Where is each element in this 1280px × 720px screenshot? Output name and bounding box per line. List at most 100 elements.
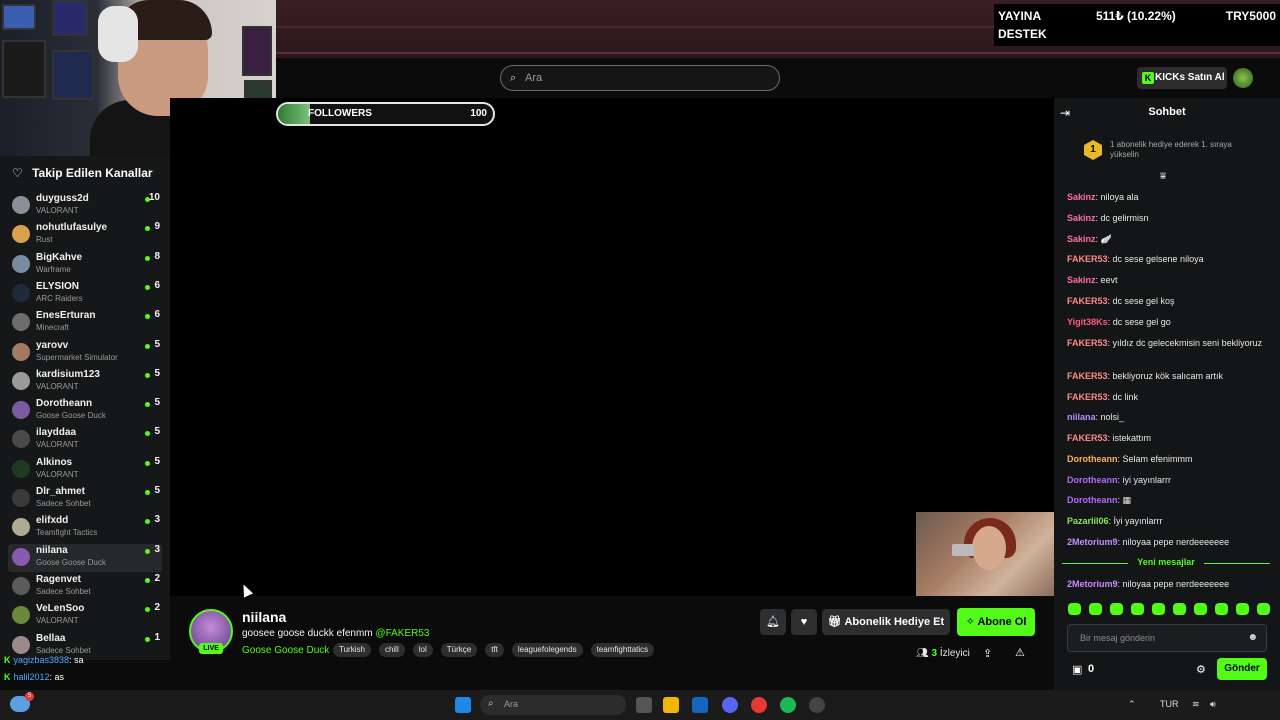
discord-icon[interactable]	[722, 697, 738, 713]
tray-chevron-icon[interactable]: ⌃	[1128, 699, 1136, 710]
chat-username[interactable]: Dorotheann	[1067, 454, 1118, 464]
emote[interactable]	[1215, 603, 1228, 615]
emoji-icon[interactable]: ☻	[1247, 632, 1258, 643]
channel-viewers: 3	[154, 543, 160, 555]
sidebar-channel[interactable]: niilana Goose Goose Duck 3	[8, 543, 162, 572]
channel-avatar	[12, 371, 30, 390]
chat-message: FAKER53: dc sese gelsene niloya	[1067, 253, 1263, 266]
chat-username[interactable]: Dorotheann	[1067, 495, 1118, 505]
sidebar-channel[interactable]: EnesErturan Minecraft 6	[8, 309, 162, 337]
buy-kicks-button[interactable]: K KICKs Satın Al	[1137, 67, 1227, 89]
sidebar-channel[interactable]: duyguss2d VALORANT 10	[8, 192, 162, 220]
sidebar-channel[interactable]: Dorotheann Goose Goose Duck 5	[8, 397, 162, 425]
wifi-icon[interactable]: ≋	[1192, 699, 1200, 710]
stream-tag[interactable]: tft	[485, 643, 504, 657]
search-input[interactable]: Ara	[525, 72, 542, 84]
weather-icon[interactable]: 5	[10, 692, 34, 712]
chat-input[interactable]: Bir mesaj gönderin ☻	[1067, 624, 1267, 652]
channel-viewers: 6	[154, 309, 160, 321]
chat-username[interactable]: FAKER53	[1067, 371, 1108, 381]
chat-message: 2Metorium9: niloyaa pepe nerdeeeeeee	[1067, 536, 1263, 549]
sidebar-channel[interactable]: VeLenSoo VALORANT 2	[8, 602, 162, 630]
spotify-icon[interactable]	[780, 697, 796, 713]
chat-username[interactable]: Sakinz	[1067, 192, 1096, 202]
chat-username[interactable]: niilana	[1067, 412, 1096, 422]
chat-text: : dc link	[1107, 392, 1139, 402]
sidebar-channel[interactable]: nohutlufasulye Rust 9	[8, 221, 162, 249]
volume-icon[interactable]: 🔊︎	[1210, 699, 1216, 710]
chat-username[interactable]: 2Metorium9	[1067, 537, 1118, 547]
stream-tag[interactable]: teamfighttatics	[590, 643, 655, 657]
sidebar-channel[interactable]: Alkinos VALORANT 5	[8, 456, 162, 484]
emote[interactable]	[1173, 603, 1186, 615]
sidebar-channel[interactable]: yarovv Supermarket Simulator 5	[8, 339, 162, 367]
task-view-icon[interactable]	[636, 697, 652, 713]
chat-username[interactable]: Sakinz	[1067, 275, 1096, 285]
emote-quickbar	[1068, 603, 1270, 615]
chat-message: FAKER53: istekattım	[1067, 432, 1263, 445]
poster	[52, 50, 94, 100]
chat-username[interactable]: Dorotheann	[1067, 475, 1118, 485]
sidebar-channel[interactable]: Dlr_ahmet Sadece Sohbet 5	[8, 485, 162, 513]
stream-tag[interactable]: leaguefolegends	[511, 643, 583, 657]
settings-icon[interactable]: ⚙	[1196, 663, 1206, 676]
stream-tag[interactable]: chill	[378, 643, 405, 657]
chrome-icon[interactable]	[751, 697, 767, 713]
obs-icon[interactable]	[809, 697, 825, 713]
chat-username[interactable]: FAKER53	[1067, 338, 1108, 348]
followers-value: 100	[470, 108, 487, 119]
windows-start-icon[interactable]	[455, 697, 471, 713]
channel-name: niilana	[36, 544, 68, 556]
emote[interactable]	[1257, 603, 1270, 615]
store-icon[interactable]	[692, 697, 708, 713]
search-bar[interactable]: ⌕ Ara	[500, 65, 780, 91]
taskbar-search[interactable]: ⌕ Ara	[480, 695, 626, 715]
sidebar-channel[interactable]: BigKahve Warframe 8	[8, 251, 162, 279]
live-dot	[145, 431, 150, 437]
chat-username[interactable]: FAKER53	[1067, 392, 1108, 402]
emote[interactable]	[1089, 603, 1102, 615]
emote[interactable]	[1152, 603, 1165, 615]
chat-username[interactable]: Pazarlil06	[1067, 516, 1109, 526]
chat-username[interactable]: FAKER53	[1067, 254, 1108, 264]
follow-button[interactable]: ♥	[791, 609, 817, 635]
sidebar-channel[interactable]: Ragenvet Sadece Sohbet 2	[8, 573, 162, 601]
kicks-wallet-icon[interactable]: ▣	[1072, 663, 1082, 676]
stream-category[interactable]: Goose Goose Duck	[242, 645, 329, 656]
chat-username[interactable]: FAKER53	[1067, 433, 1108, 443]
file-explorer-icon[interactable]	[663, 697, 679, 713]
streamer-name[interactable]: niilana	[242, 609, 286, 625]
user-avatar[interactable]	[1233, 68, 1253, 88]
chat-text: : iyi yayınlarrr	[1117, 475, 1172, 485]
subscribe-button[interactable]: ✧ Abone Ol	[957, 608, 1035, 636]
emote[interactable]	[1068, 603, 1081, 615]
send-button[interactable]: Gönder	[1217, 658, 1267, 680]
chat-username[interactable]: Yigit38Ks	[1067, 317, 1108, 327]
emote[interactable]	[1236, 603, 1249, 615]
pinned-filter-icon[interactable]: ⩸	[1160, 171, 1166, 182]
channel-category: Warframe	[36, 264, 71, 274]
stream-tag[interactable]: lol	[412, 643, 433, 657]
chat-username[interactable]: 2Metorium9	[1067, 579, 1118, 589]
chat-username[interactable]: Sakinz	[1067, 213, 1096, 223]
sidebar-channel[interactable]: ilayddaa VALORANT 5	[8, 426, 162, 454]
stream-title-mention[interactable]: @FAKER53	[375, 628, 429, 639]
stream-tag[interactable]: Turkish	[333, 643, 371, 657]
sidebar-channel[interactable]: kardisium123 VALORANT 5	[8, 368, 162, 396]
share-icon[interactable]: ⇪	[983, 647, 992, 660]
notification-bell-button[interactable]: 🔔︎	[760, 609, 786, 635]
tray-language[interactable]: TUR	[1160, 699, 1179, 709]
chat-username[interactable]: Sakinz	[1067, 234, 1096, 244]
emote[interactable]	[1131, 603, 1144, 615]
emote[interactable]	[1194, 603, 1207, 615]
gift-subscription-button[interactable]: 🎁︎ Abonelik Hediye Et	[822, 609, 950, 635]
sidebar-channel[interactable]: ELYSION ARC Raiders 6	[8, 280, 162, 308]
report-icon[interactable]: ⚠	[1015, 646, 1025, 659]
stream-tag[interactable]: Türkçe	[440, 643, 478, 657]
channel-avatar	[12, 225, 30, 244]
channel-category: VALORANT	[36, 206, 79, 215]
chat-username[interactable]: FAKER53	[1067, 296, 1108, 306]
channel-viewers: 5	[154, 485, 160, 496]
sidebar-channel[interactable]: elifxdd Teamfight Tactics 3	[8, 514, 162, 542]
emote[interactable]	[1110, 603, 1123, 615]
